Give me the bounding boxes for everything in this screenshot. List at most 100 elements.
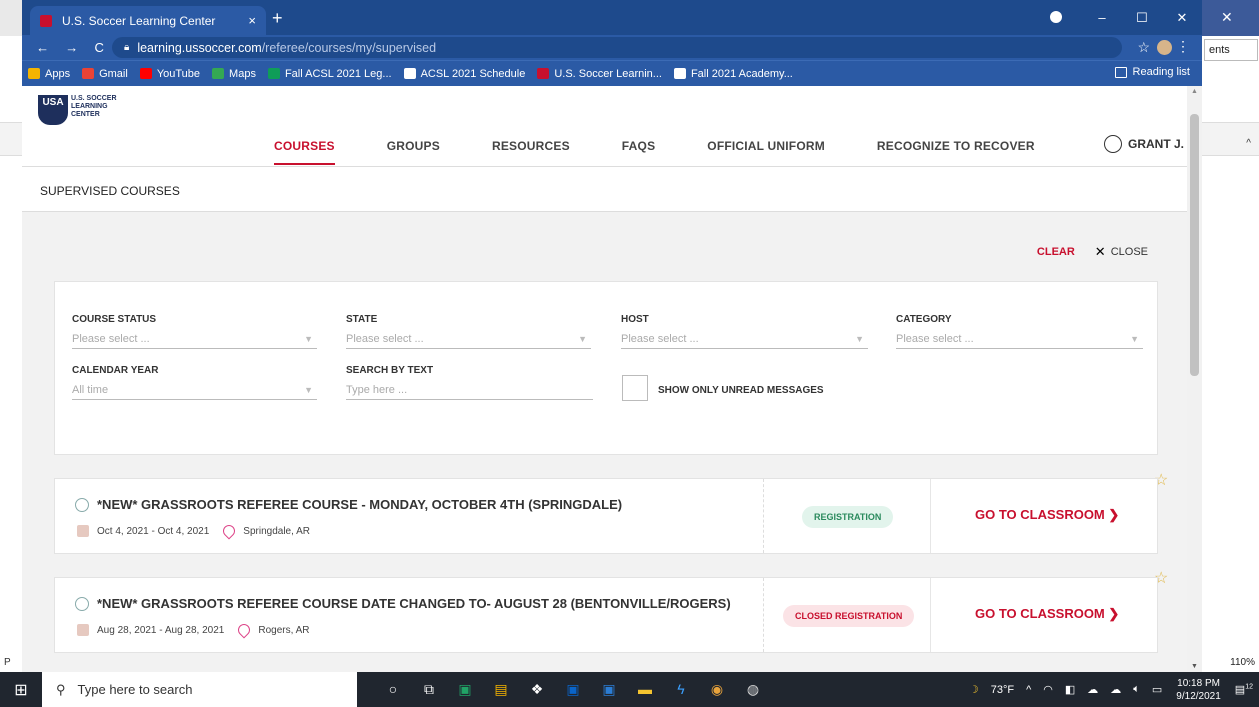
search-by-text-input[interactable]: SEARCH BY TEXT Type here ... — [346, 365, 593, 400]
bookmark-item[interactable]: Gmail — [82, 68, 128, 80]
windows-start-icon[interactable]: ⊞ — [0, 672, 42, 707]
category-label: CATEGORY — [896, 314, 952, 325]
nav-faqs[interactable]: FAQS — [622, 139, 655, 153]
minimize-button[interactable]: – — [1082, 10, 1122, 25]
site-logo[interactable]: USA U.S. SOCCER LEARNING CENTER — [38, 95, 131, 125]
reading-list-label: Reading list — [1132, 66, 1190, 78]
scroll-up-icon[interactable]: ▲ — [1191, 88, 1198, 95]
maximize-button[interactable]: ☐ — [1122, 10, 1162, 26]
menu-kebab-icon[interactable]: ⋮ — [1176, 38, 1190, 55]
course-title[interactable]: *NEW* GRASSROOTS REFEREE COURSE DATE CHA… — [97, 596, 731, 611]
chrome-profile-icon[interactable]: ◍ — [735, 672, 771, 707]
user-menu[interactable]: GRANT J. — [1103, 135, 1184, 153]
bookmark-label: Fall ACSL 2021 Leg... — [284, 67, 392, 80]
course-card: *NEW* GRASSROOTS REFEREE COURSE - MONDAY… — [54, 478, 1158, 554]
nav-groups[interactable]: GROUPS — [387, 139, 440, 153]
clock[interactable]: 10:18 PM 9/12/2021 — [1176, 677, 1221, 703]
onedrive-icon[interactable]: ☁ — [1087, 683, 1098, 696]
url-field[interactable]: 🔒︎ learning.ussoccer.com/referee/courses… — [112, 37, 1122, 58]
weather-temp[interactable]: 73°F — [991, 684, 1014, 696]
divider — [930, 578, 931, 652]
reload-icon[interactable]: C — [95, 40, 104, 55]
bookmark-icon — [267, 68, 280, 79]
nav-courses[interactable]: COURSES — [274, 139, 335, 165]
cortana-icon[interactable]: ○ — [375, 672, 411, 707]
reading-list-icon — [1114, 66, 1127, 78]
task-view-icon[interactable]: ⧉ — [411, 672, 447, 707]
word-icon[interactable]: ▣ — [591, 672, 627, 707]
bookmark-item[interactable]: Maps — [212, 68, 256, 80]
bookmark-star-icon[interactable]: ☆ — [1137, 39, 1150, 56]
background-ribbon-left — [0, 122, 22, 156]
bookmark-item[interactable]: Apps — [28, 68, 70, 80]
bookmark-item[interactable]: Fall ACSL 2021 Leg... — [267, 67, 392, 80]
new-tab-button[interactable]: + — [272, 8, 283, 29]
page-content: USA U.S. SOCCER LEARNING CENTER COURSES … — [22, 86, 1202, 672]
location-pin-icon — [220, 522, 238, 540]
go-to-classroom-button[interactable]: GO TO CLASSROOM ❯ — [975, 507, 1119, 523]
bookmark-item[interactable]: ACSL 2021 Schedule — [403, 68, 525, 80]
nav-recognize-to-recover[interactable]: RECOGNIZE TO RECOVER — [877, 139, 1035, 153]
search-icon: ⚲ — [56, 681, 66, 697]
course-location: Rogers, AR — [258, 624, 310, 636]
notification-count: 12 — [1245, 683, 1253, 691]
background-window: ✕ ents ^ 110% — [1202, 0, 1259, 672]
forward-icon[interactable]: → — [65, 40, 78, 55]
course-status-select[interactable]: COURSE STATUS Please select ... ▼ — [72, 314, 317, 349]
notifications-icon[interactable]: ▤12 — [1235, 683, 1253, 696]
background-button[interactable]: ents — [1204, 39, 1258, 61]
bookmark-item[interactable]: U.S. Soccer Learnin... — [537, 68, 662, 80]
close-icon[interactable]: ✕ — [1095, 244, 1106, 260]
meet-icon[interactable]: ◧ — [1065, 683, 1075, 696]
background-close-icon[interactable]: ✕ — [1221, 9, 1233, 26]
state-select[interactable]: STATE Please select ... ▼ — [346, 314, 591, 349]
chrome-icon[interactable]: ◉ — [699, 672, 735, 707]
course-status-label: COURSE STATUS — [72, 314, 157, 325]
browser-window: U.S. Soccer Learning Center × + – ☐ ✕ ← … — [22, 0, 1202, 672]
chevron-down-icon: ▼ — [1130, 333, 1139, 344]
unread-checkbox[interactable] — [622, 375, 648, 401]
battery-icon[interactable]: ▭ — [1152, 683, 1162, 696]
clear-button[interactable]: CLEAR — [1037, 246, 1075, 258]
lightning-app-icon[interactable]: ϟ — [663, 672, 699, 707]
outlook-icon[interactable]: ▣ — [555, 672, 591, 707]
file-explorer-icon[interactable]: ▬ — [627, 672, 663, 707]
bookmark-label: U.S. Soccer Learnin... — [554, 67, 662, 80]
scroll-down-icon[interactable]: ▼ — [1191, 663, 1198, 670]
nav-official-uniform[interactable]: OFFICIAL UNIFORM — [707, 139, 825, 153]
state-label: STATE — [346, 314, 378, 325]
category-select[interactable]: CATEGORY Please select ... ▼ — [896, 314, 1143, 349]
profile-dot-icon[interactable] — [1050, 11, 1062, 23]
tray-chevron-icon[interactable]: ^ — [1026, 684, 1031, 696]
bookmark-item[interactable]: Fall 2021 Academy... — [673, 68, 793, 80]
volume-icon[interactable]: 🔈︎ — [1133, 683, 1140, 696]
bookmark-item[interactable]: YouTube — [139, 68, 200, 80]
reading-list-button[interactable]: Reading list — [1114, 66, 1190, 78]
wifi-icon[interactable]: ◠ — [1043, 683, 1053, 696]
go-to-classroom-button[interactable]: GO TO CLASSROOM ❯ — [975, 606, 1119, 622]
tab-close-icon[interactable]: × — [248, 13, 256, 28]
browser-tab[interactable]: U.S. Soccer Learning Center × — [30, 6, 266, 35]
dropbox-icon[interactable]: ❖ — [519, 672, 555, 707]
close-button[interactable]: CLOSE — [1111, 246, 1148, 258]
chevron-up-icon[interactable]: ^ — [1246, 138, 1251, 149]
page-scrollbar[interactable]: ▲ ▼ — [1187, 86, 1202, 672]
close-window-button[interactable]: ✕ — [1162, 10, 1202, 26]
calendar-year-value: All time — [72, 383, 109, 396]
nav-resources[interactable]: RESOURCES — [492, 139, 570, 153]
store-icon[interactable]: ▤ — [483, 672, 519, 707]
clock-time: 10:18 PM — [1177, 677, 1220, 689]
screen: ✕ ents ^ 110% P U.S. Soccer Learning Cen… — [0, 0, 1259, 707]
cloud-icon[interactable]: ☁ — [1110, 683, 1121, 696]
course-location: Springdale, AR — [243, 525, 311, 537]
taskbar-search[interactable]: ⚲ Type here to search — [42, 672, 357, 707]
divider — [930, 479, 931, 553]
calendar-year-select[interactable]: CALENDAR YEAR All time ▼ — [72, 365, 317, 400]
host-select[interactable]: HOST Please select ... ▼ — [621, 314, 868, 349]
scrollbar-thumb[interactable] — [1190, 114, 1199, 376]
account-avatar[interactable] — [1157, 40, 1172, 55]
back-icon[interactable]: ← — [36, 40, 49, 55]
course-title[interactable]: *NEW* GRASSROOTS REFEREE COURSE - MONDAY… — [97, 497, 622, 512]
location-pin-icon — [235, 621, 253, 639]
excel-icon[interactable]: ▣ — [447, 672, 483, 707]
